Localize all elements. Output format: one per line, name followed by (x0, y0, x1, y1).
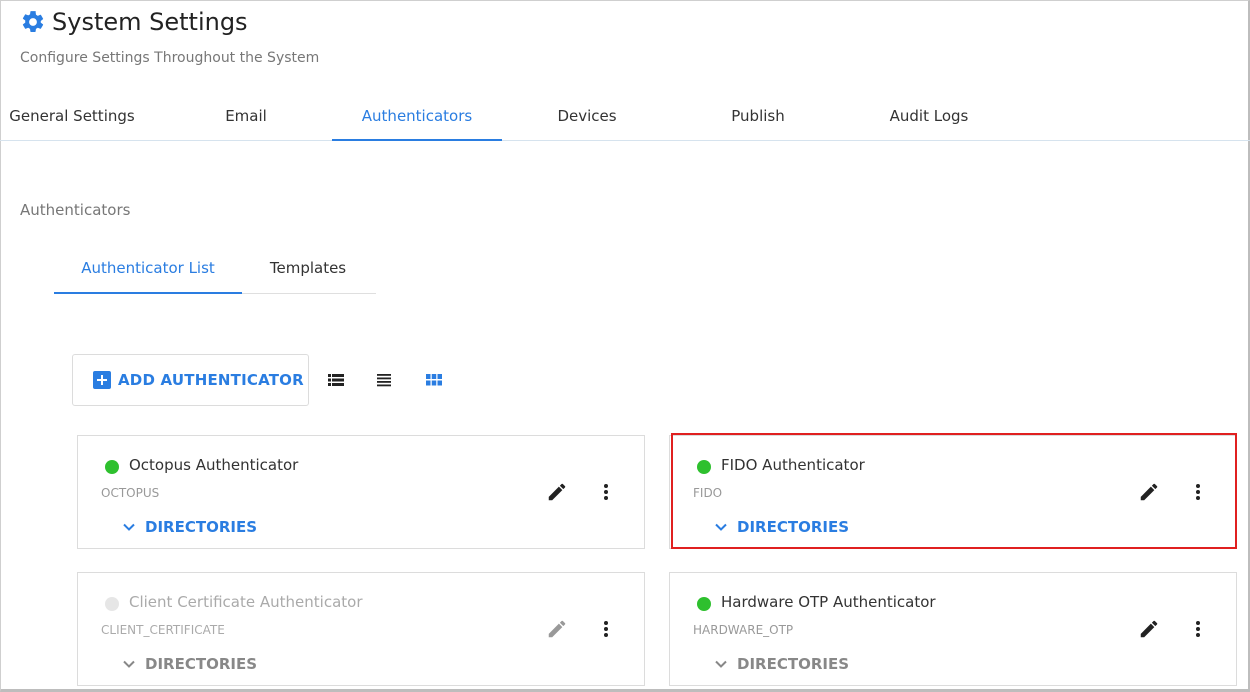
tab-audit-logs[interactable]: Audit Logs (872, 96, 986, 141)
chevron-down-icon (123, 660, 135, 668)
tab-templates[interactable]: Templates (252, 250, 364, 294)
plus-box-icon (93, 371, 111, 389)
more-vertical-icon[interactable] (596, 618, 616, 640)
authenticator-name: Client Certificate Authenticator (129, 593, 363, 611)
main-tabs: General Settings Email Authenticators De… (0, 96, 1250, 141)
authenticator-card-client-certificate[interactable]: Client Certificate Authenticator CLIENT_… (77, 572, 645, 686)
section-label: Authenticators (20, 201, 131, 219)
authenticator-code: CLIENT_CERTIFICATE (101, 623, 225, 637)
add-authenticator-label: ADD AUTHENTICATOR (118, 371, 304, 389)
tab-publish[interactable]: Publish (708, 96, 808, 141)
list-detail-icon[interactable] (326, 370, 346, 390)
pencil-icon[interactable] (1138, 481, 1160, 503)
page-header: System Settings (20, 8, 248, 36)
chevron-down-icon (715, 523, 727, 531)
authenticator-name: Hardware OTP Authenticator (721, 593, 936, 611)
authenticator-card-hardware-otp[interactable]: Hardware OTP Authenticator HARDWARE_OTP … (669, 572, 1237, 686)
directories-label: DIRECTORIES (145, 518, 258, 536)
page-subtitle: Configure Settings Throughout the System (20, 50, 320, 66)
authenticator-name: FIDO Authenticator (721, 456, 865, 474)
pencil-icon[interactable] (546, 618, 568, 640)
authenticator-card-fido[interactable]: FIDO Authenticator FIDO DIRECTORIES (669, 435, 1237, 549)
page-title: System Settings (52, 8, 248, 36)
list-icon[interactable] (374, 370, 394, 390)
gear-icon (22, 11, 44, 32)
directories-toggle[interactable]: DIRECTORIES (122, 518, 257, 536)
directories-toggle[interactable]: DIRECTORIES (714, 655, 849, 673)
tab-general-settings[interactable]: General Settings (0, 96, 144, 141)
status-indicator (105, 597, 119, 611)
directories-label: DIRECTORIES (145, 655, 258, 673)
authenticator-code: HARDWARE_OTP (693, 623, 794, 637)
more-vertical-icon[interactable] (1188, 618, 1208, 640)
directories-toggle[interactable]: DIRECTORIES (122, 655, 257, 673)
authenticator-name: Octopus Authenticator (129, 456, 299, 474)
authenticator-code: OCTOPUS (101, 486, 160, 500)
more-vertical-icon[interactable] (596, 481, 616, 503)
pencil-icon[interactable] (546, 481, 568, 503)
grid-icon[interactable] (424, 370, 444, 390)
chevron-down-icon (715, 660, 727, 668)
status-indicator (697, 597, 711, 611)
authenticator-card-octopus[interactable]: Octopus Authenticator OCTOPUS DIRECTORIE… (77, 435, 645, 549)
tab-authenticator-list[interactable]: Authenticator List (54, 250, 242, 294)
sub-tabs: Authenticator List Templates (54, 250, 376, 294)
tab-authenticators[interactable]: Authenticators (332, 96, 502, 141)
pencil-icon[interactable] (1138, 618, 1160, 640)
tab-devices[interactable]: Devices (532, 96, 642, 141)
status-indicator (105, 460, 119, 474)
authenticator-code: FIDO (693, 486, 723, 500)
directories-toggle[interactable]: DIRECTORIES (714, 518, 849, 536)
add-authenticator-button[interactable]: ADD AUTHENTICATOR (72, 354, 309, 406)
directories-label: DIRECTORIES (737, 655, 850, 673)
more-vertical-icon[interactable] (1188, 481, 1208, 503)
directories-label: DIRECTORIES (737, 518, 850, 536)
chevron-down-icon (123, 523, 135, 531)
tab-email[interactable]: Email (198, 96, 294, 141)
status-indicator (697, 460, 711, 474)
